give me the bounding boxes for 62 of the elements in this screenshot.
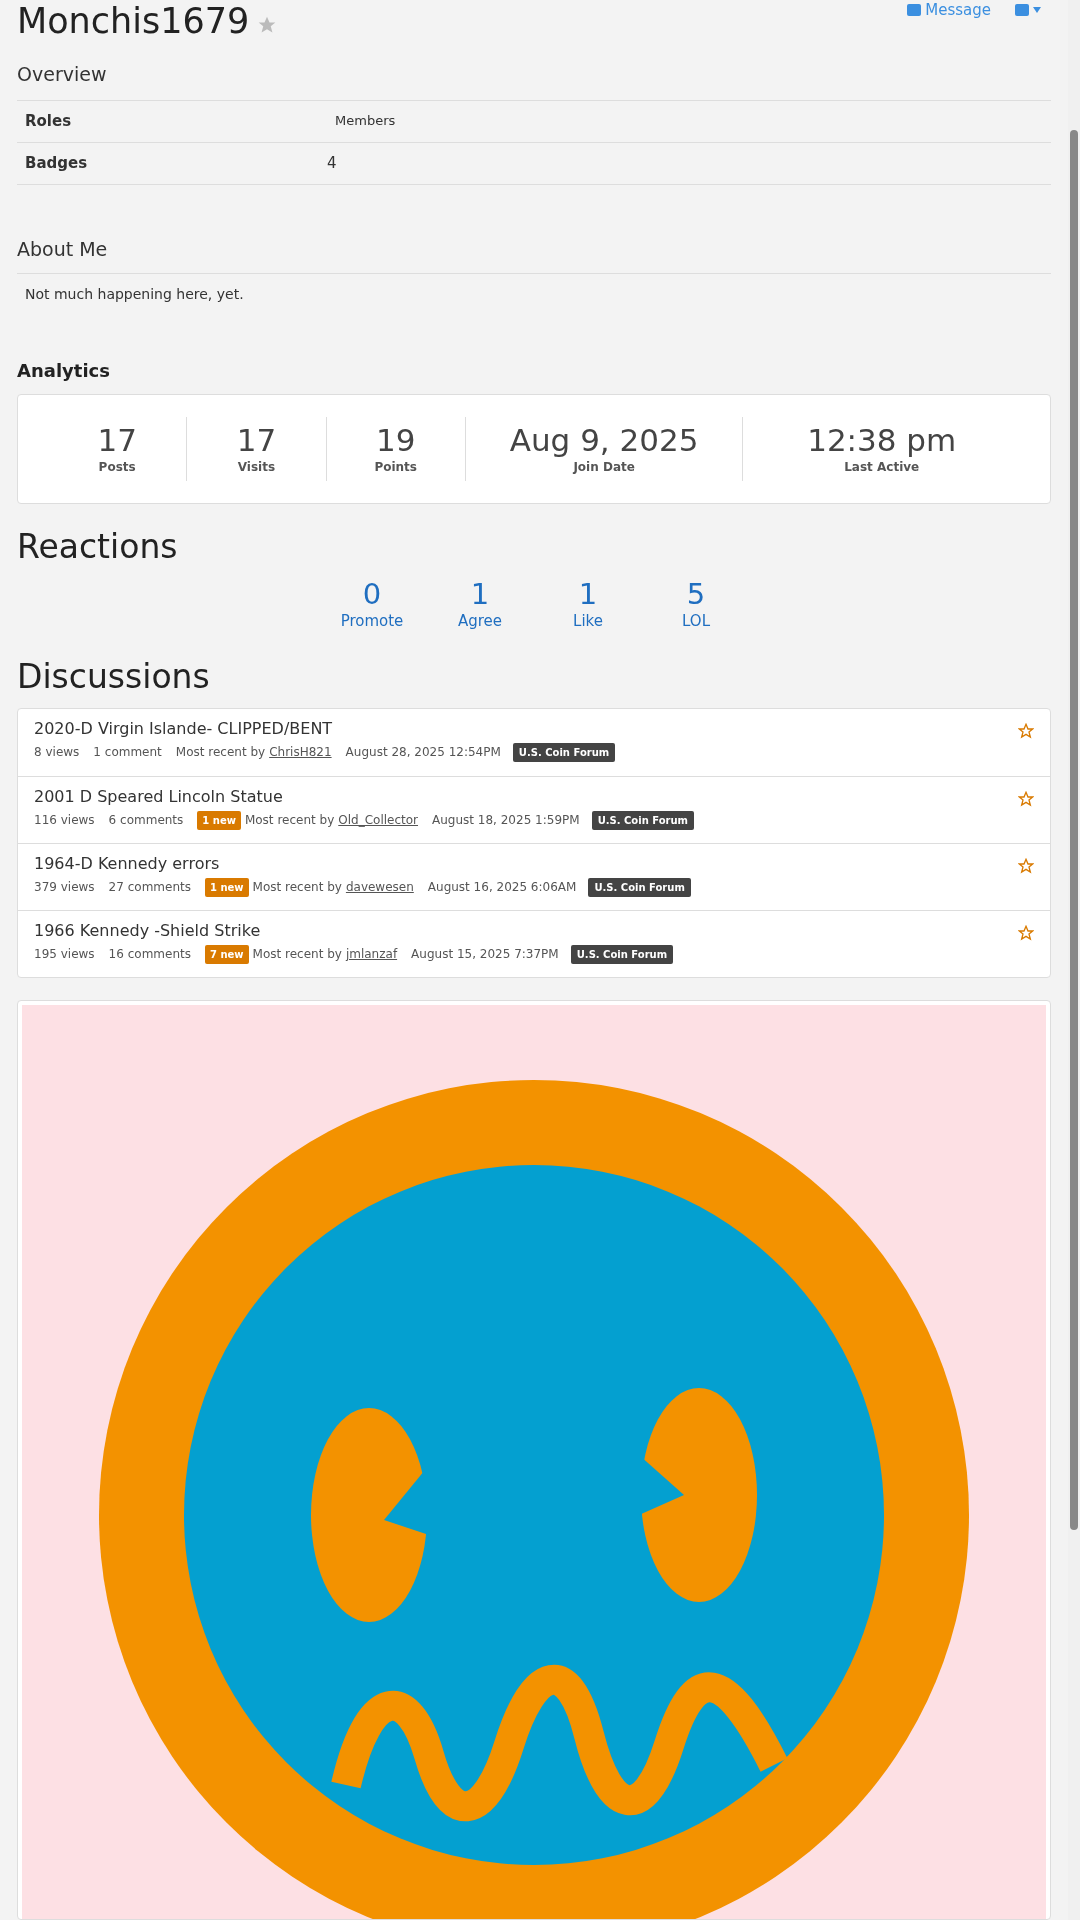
category-tag[interactable]: U.S. Coin Forum bbox=[591, 810, 695, 830]
section-heading: Discussions bbox=[17, 656, 211, 698]
stat-label: Posts bbox=[98, 459, 136, 476]
category-tag[interactable]: U.S. Coin Forum bbox=[512, 742, 616, 762]
stat-value: 17 bbox=[236, 422, 277, 458]
reaction-link[interactable]: 1 Agree bbox=[446, 577, 514, 632]
category-tag[interactable]: U.S. Coin Forum bbox=[588, 877, 691, 897]
new-badge: 1 new bbox=[197, 810, 241, 830]
comments-count: 6 comments bbox=[108, 812, 184, 829]
username-heading: Monchis1679 bbox=[17, 0, 250, 42]
most-recent-label: Most recent by bbox=[244, 812, 335, 829]
stat-label: Join Date bbox=[573, 459, 635, 476]
discussion-title[interactable]: 1966 Kennedy -Shield Strike bbox=[34, 920, 674, 941]
discussion-title[interactable]: 2020-D Virgin Islande- CLIPPED/BENT bbox=[34, 718, 616, 739]
stat-label: Visits bbox=[237, 459, 276, 476]
comments-count: 1 comment bbox=[93, 744, 162, 761]
new-badge: 7 new bbox=[204, 944, 249, 964]
views-count: 8 views bbox=[34, 744, 80, 761]
section-heading: Analytics bbox=[17, 359, 111, 383]
comments-count: 16 comments bbox=[108, 946, 191, 963]
discussion-title[interactable]: 1964-D Kennedy errors bbox=[34, 853, 691, 874]
star-icon[interactable] bbox=[1018, 722, 1034, 739]
post-date: August 15, 2025 7:37PM bbox=[411, 946, 559, 963]
user-link[interactable]: davewesen bbox=[345, 878, 414, 896]
stat-value: 19 bbox=[375, 422, 416, 458]
row-value: Members bbox=[334, 112, 396, 131]
comments-count: 27 comments bbox=[108, 879, 191, 896]
stat-value: 17 bbox=[97, 422, 137, 458]
category-tag[interactable]: U.S. Coin Forum bbox=[570, 944, 674, 964]
views-count: 116 views bbox=[34, 812, 95, 829]
about-text: Not much happening here, yet. bbox=[25, 285, 245, 304]
stat-value: Aug 9, 2025 bbox=[509, 422, 699, 458]
post-date: August 18, 2025 1:59PM bbox=[432, 812, 580, 829]
stat-value: 12:38 pm bbox=[807, 422, 957, 458]
row-label: Badges bbox=[24, 152, 89, 174]
new-badge: 1 new bbox=[204, 877, 249, 897]
row-label: Roles bbox=[24, 110, 73, 132]
user-link[interactable]: ChrisH821 bbox=[269, 743, 332, 761]
section-heading: About Me bbox=[17, 236, 109, 262]
most-recent-label: Most recent by bbox=[175, 744, 266, 761]
options-button[interactable] bbox=[1015, 4, 1041, 16]
post-date: August 28, 2025 12:54PM bbox=[345, 744, 501, 761]
discussion-title[interactable]: 2001 D Speared Lincoln Statue bbox=[34, 786, 695, 807]
star-icon[interactable] bbox=[1018, 790, 1034, 807]
user-link[interactable]: Old_Collector bbox=[338, 811, 418, 829]
section-heading: Reactions bbox=[17, 526, 179, 568]
reaction-link[interactable]: 5 LOL bbox=[662, 577, 730, 632]
most-recent-label: Most recent by bbox=[252, 879, 342, 896]
section-heading: Overview bbox=[17, 62, 108, 87]
most-recent-label: Most recent by bbox=[252, 946, 342, 963]
user-link[interactable]: jmlanzaf bbox=[345, 945, 398, 963]
caret-icon bbox=[1033, 7, 1041, 13]
views-count: 195 views bbox=[34, 946, 95, 963]
views-count: 379 views bbox=[34, 879, 95, 896]
stat-label: Points bbox=[374, 459, 417, 476]
reaction-link[interactable]: 0 Promote bbox=[338, 577, 406, 632]
post-date: August 16, 2025 6:06AM bbox=[427, 879, 577, 896]
stat-label: Last Active bbox=[844, 459, 920, 476]
row-value: 4 bbox=[327, 152, 337, 174]
reaction-link[interactable]: 1 Like bbox=[554, 577, 622, 632]
star-icon[interactable] bbox=[1018, 857, 1034, 874]
star-icon[interactable] bbox=[1018, 924, 1034, 941]
